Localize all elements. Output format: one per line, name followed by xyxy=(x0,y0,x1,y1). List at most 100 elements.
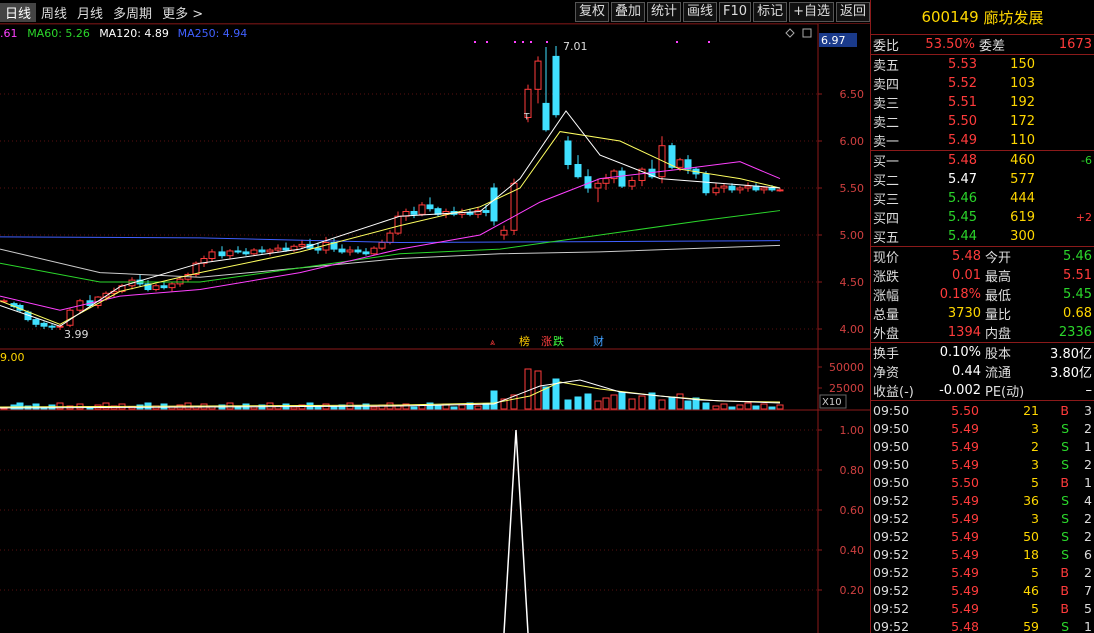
candle-body xyxy=(378,242,386,249)
ask-row[interactable]: 卖五 5.53 150 xyxy=(871,55,1094,74)
tick-side: S xyxy=(1061,456,1069,472)
bid-row[interactable]: 买一 5.48 460 -6 xyxy=(871,151,1094,170)
candle-body xyxy=(250,249,258,255)
candle-body xyxy=(226,250,234,257)
tick-time: 09:52 xyxy=(873,564,910,580)
price-axis-label: 4.50 xyxy=(840,276,865,289)
candle-body xyxy=(370,247,378,255)
tool-button-7[interactable]: 返回 xyxy=(835,2,870,22)
tick-time: 09:50 xyxy=(873,456,910,472)
tab-4[interactable]: 更多 > xyxy=(157,3,208,22)
candle-body xyxy=(768,187,776,191)
candle-body xyxy=(712,187,720,194)
event-mark[interactable]: 涨 xyxy=(541,335,552,348)
tick-price: 5.50 xyxy=(951,474,979,490)
tick-volume: 18 xyxy=(1023,546,1039,562)
volume-bar xyxy=(628,398,636,410)
event-mark[interactable]: 跌 xyxy=(553,334,564,348)
ask-row[interactable]: 卖二 5.50 172 xyxy=(871,112,1094,131)
tool-button-1[interactable]: 叠加 xyxy=(610,2,645,22)
candle-body xyxy=(274,247,282,251)
fund-label: 净资 xyxy=(873,366,900,381)
ma-legend-item: MA60: 5.26 xyxy=(27,27,90,40)
quote-row: 涨幅 0.18% 最低 5.45 xyxy=(871,285,1094,304)
diamond-icon[interactable] xyxy=(785,28,795,38)
quote-label2: 量比 xyxy=(985,308,1012,323)
volume-bar xyxy=(482,403,490,410)
bid-qty: 619 xyxy=(1010,210,1035,225)
stock-code: 600149 xyxy=(921,8,979,26)
tick-side: B xyxy=(1060,564,1069,580)
candle-body xyxy=(168,283,176,289)
volume-bar xyxy=(574,396,582,410)
ask-label: 卖三 xyxy=(873,97,900,112)
candle-body xyxy=(736,187,744,191)
volume-bar xyxy=(712,405,720,410)
current-price-label: 6.97 xyxy=(821,34,846,47)
quote-value: 0.18% xyxy=(939,287,981,302)
bid-row[interactable]: 买二 5.47 577 xyxy=(871,170,1094,189)
candle-body xyxy=(574,164,582,178)
volume-axis-label: 50000 xyxy=(829,361,864,374)
volume-bar xyxy=(752,405,760,410)
event-mark[interactable]: 财 xyxy=(593,334,604,348)
ask-qty: 110 xyxy=(1010,133,1035,148)
tool-button-4[interactable]: F10 xyxy=(719,2,752,22)
price-axis-label: 5.00 xyxy=(840,229,865,242)
ma-legend-item: .61 xyxy=(0,27,18,40)
bid-row[interactable]: 买五 5.44 300 xyxy=(871,227,1094,246)
candle-body xyxy=(760,187,768,191)
tick-count: 3 xyxy=(1084,402,1092,418)
tool-button-6[interactable]: +自选 xyxy=(789,2,834,22)
signal-dot xyxy=(522,41,524,43)
tick-count: 2 xyxy=(1084,420,1092,436)
volume-bar xyxy=(542,386,550,410)
tick-side: S xyxy=(1061,546,1069,562)
tick-price: 5.49 xyxy=(951,582,979,598)
square-icon[interactable] xyxy=(802,28,812,38)
stock-name: 廊坊发展 xyxy=(983,8,1044,27)
tool-button-3[interactable]: 画线 xyxy=(683,2,718,22)
candle-body xyxy=(298,243,306,247)
tick-volume: 3 xyxy=(1031,510,1039,526)
stock-chart[interactable]: 6.50 6.00 5.50 5.00 4.50 4.00 6.97 .61 MA60: 5.2… xyxy=(0,24,870,633)
fund-value2: 3.80亿 xyxy=(1050,347,1092,362)
tab-2[interactable]: 月线 xyxy=(72,3,108,22)
chart-area[interactable]: 日线 周线 月线 多周期 更多 > 复权 叠加 统计 画线 F10 标记 +自选 返回 6.50 6.0… xyxy=(0,0,870,633)
volume-bar xyxy=(744,402,752,410)
ask-row[interactable]: 卖一 5.49 110 xyxy=(871,131,1094,150)
low-annotation: 3.99 xyxy=(64,328,89,341)
fund-value2: 3.80亿 xyxy=(1050,366,1092,381)
candle-body xyxy=(32,319,40,325)
quote-value2: 2336 xyxy=(1058,325,1092,340)
tick-volume: 59 xyxy=(1023,618,1039,633)
fund-label2: 流通 xyxy=(985,366,1012,381)
candle-body xyxy=(314,247,322,251)
quote-value2: 0.68 xyxy=(1063,306,1092,321)
volume-bar xyxy=(658,399,666,410)
bid-row[interactable]: 买四 5.45 619 +2 xyxy=(871,208,1094,227)
ask-row[interactable]: 卖三 5.51 192 xyxy=(871,93,1094,112)
tab-1[interactable]: 周线 xyxy=(36,3,72,22)
quote-label2: 内盘 xyxy=(985,327,1012,342)
tool-button-2[interactable]: 统计 xyxy=(647,2,682,22)
event-mark[interactable]: 榜 xyxy=(519,334,530,348)
quote-row: 涨跌 0.01 最高 5.51 xyxy=(871,266,1094,285)
tab-0[interactable]: 日线 xyxy=(0,2,37,22)
fund-value2: – xyxy=(1085,383,1093,398)
bid-row[interactable]: 买三 5.46 444 xyxy=(871,189,1094,208)
ask-row[interactable]: 卖四 5.52 103 xyxy=(871,74,1094,93)
tool-button-5[interactable]: 标记 xyxy=(753,2,788,22)
tick-row: 09:52 5.49 5 B 5 xyxy=(871,599,1094,617)
price-axis-label: 6.50 xyxy=(840,88,865,101)
tick-price: 5.48 xyxy=(951,618,979,633)
tick-row: 09:50 5.49 3 S 2 xyxy=(871,455,1094,473)
volume-bar xyxy=(458,404,466,410)
candle-body xyxy=(266,249,274,253)
tab-3[interactable]: 多周期 xyxy=(108,3,157,22)
tool-button-0[interactable]: 复权 xyxy=(574,2,609,22)
quote-value2: 5.51 xyxy=(1063,268,1092,283)
tick-list[interactable]: 09:50 5.50 21 B 3 09:50 5.49 3 S 2 09:50 5.49 2 S 1 09:… xyxy=(871,401,1094,633)
signal-dot xyxy=(546,41,548,43)
ma-line xyxy=(0,210,781,283)
